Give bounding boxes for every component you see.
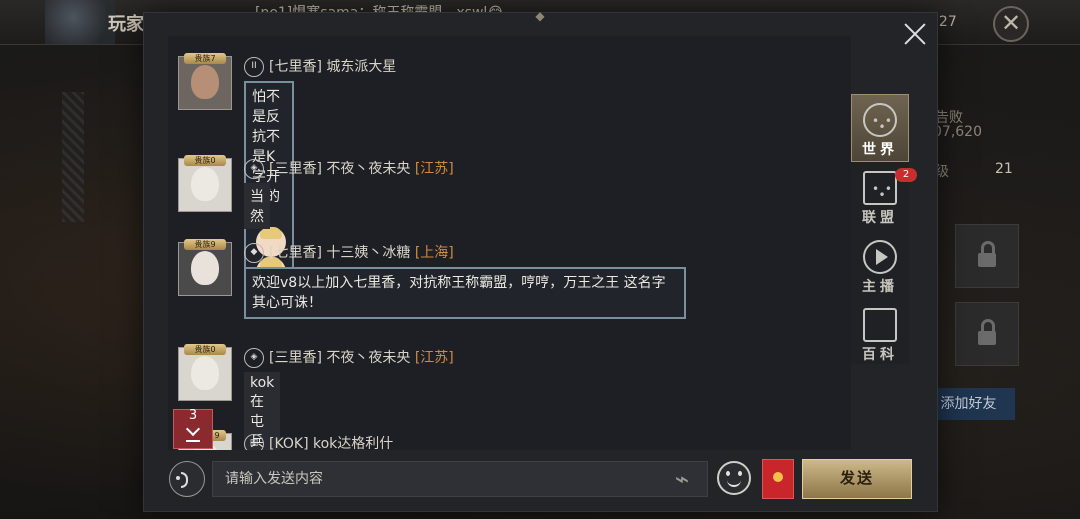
rank-icon: ◈ [244, 348, 264, 368]
globe-chat-icon: • • • [863, 103, 897, 137]
locked-slot[interactable] [955, 224, 1019, 288]
tab-world[interactable]: • • • 世界 [851, 94, 909, 162]
sender-name[interactable]: [七里香] 十三姨丶冰糖 [269, 245, 410, 261]
vip-badge: 贵族0 [184, 155, 226, 166]
message-text: 其心可诛！ [252, 295, 322, 311]
guild-emblem [45, 0, 115, 44]
chat-panel: ◆ 贵族7 II[七里香] 城东派大星 怕不是反抗不是K字开头的盟 贵族0 ◈[… [143, 9, 938, 512]
sender-location: [江苏] [414, 350, 454, 366]
arrow-down-icon [186, 430, 200, 442]
sender-name[interactable]: [KOK] kok达格利什 [269, 436, 393, 450]
new-message-count: 3 [188, 408, 198, 423]
avatar[interactable] [178, 242, 232, 296]
vip-badge: 贵族0 [184, 344, 226, 355]
stat-level-value: 21 [995, 161, 1013, 177]
tab-label: 百科 [862, 347, 898, 363]
emoji-button[interactable] [717, 461, 751, 495]
sender-line: ▥ [KOK] kok达格利什 [244, 433, 393, 450]
tab-label: 世界 [862, 142, 898, 158]
rank-icon: ◈ [244, 159, 264, 179]
rank-icon: ◆ [244, 243, 264, 263]
unread-badge: 2 [895, 168, 917, 182]
sender-name[interactable]: [三里香] 不夜丶夜未央 [269, 161, 410, 177]
lock-icon [978, 319, 996, 345]
red-packet-button[interactable] [762, 459, 794, 499]
alliance-chat-icon: • • • [863, 171, 897, 205]
avatar[interactable] [178, 158, 232, 212]
channel-tabs: • • • 世界 • • • 联盟 2 主播 百科 [851, 94, 917, 364]
sender-name[interactable]: [七里香] 城东派大星 [269, 59, 396, 75]
close-button[interactable] [900, 19, 930, 49]
tab-wiki[interactable]: 百科 [851, 300, 909, 368]
message-list[interactable]: 贵族7 II[七里香] 城东派大星 怕不是反抗不是K字开头的盟 贵族0 ◈[三里… [168, 36, 851, 450]
message-text: 欢迎v8以上加入七里香，对抗称王称霸盟，哼哼，万王之王 这名字 [252, 275, 666, 291]
tab-label: 联盟 [862, 210, 898, 226]
sticker-icon[interactable]: ⌁ [664, 465, 700, 493]
vip-badge: 贵族7 [184, 53, 226, 64]
voice-input-button[interactable] [169, 461, 205, 497]
sender-line: ◈ [三里香] 不夜丶夜未央 [江苏] [244, 347, 454, 368]
sender-line: ◆ [七里香] 十三姨丶冰糖 [上海] [244, 242, 454, 263]
sender-location: [江苏] [414, 161, 454, 177]
message-bubble[interactable]: 当然 [244, 183, 270, 229]
jump-to-new-messages-button[interactable]: 3 [173, 408, 213, 449]
message-text: 当然 [250, 189, 264, 225]
rank-icon: ▥ [244, 434, 264, 450]
sender-name[interactable]: [三里香] 不夜丶夜未央 [269, 350, 410, 366]
sender-location: [上海] [414, 245, 454, 261]
background-window [62, 92, 84, 222]
send-button[interactable]: 发送 [802, 459, 912, 499]
lock-icon [978, 241, 996, 267]
stat-value: 07,620 [933, 124, 982, 140]
background-title: 玩家 [108, 14, 144, 35]
chat-input[interactable] [212, 461, 708, 497]
background-close-button[interactable]: ✕ [993, 6, 1029, 42]
wiki-search-icon [863, 308, 897, 342]
rank-icon: II [244, 57, 264, 77]
ornament-icon: ◆ [535, 9, 545, 23]
vip-badge: 贵族9 [184, 239, 226, 250]
avatar[interactable] [178, 347, 232, 401]
tab-streamer[interactable]: 主播 [851, 232, 909, 300]
sender-line: II [七里香] 城东派大星 [244, 56, 396, 77]
sender-line: ◈ [三里香] 不夜丶夜未央 [江苏] [244, 158, 454, 179]
play-icon [863, 240, 897, 274]
avatar[interactable] [178, 56, 232, 110]
message-bubble[interactable]: 欢迎v8以上加入七里香，对抗称王称霸盟，哼哼，万王之王 这名字 其心可诛！ [244, 267, 686, 319]
locked-slot[interactable] [955, 302, 1019, 366]
tab-label: 主播 [862, 279, 898, 295]
